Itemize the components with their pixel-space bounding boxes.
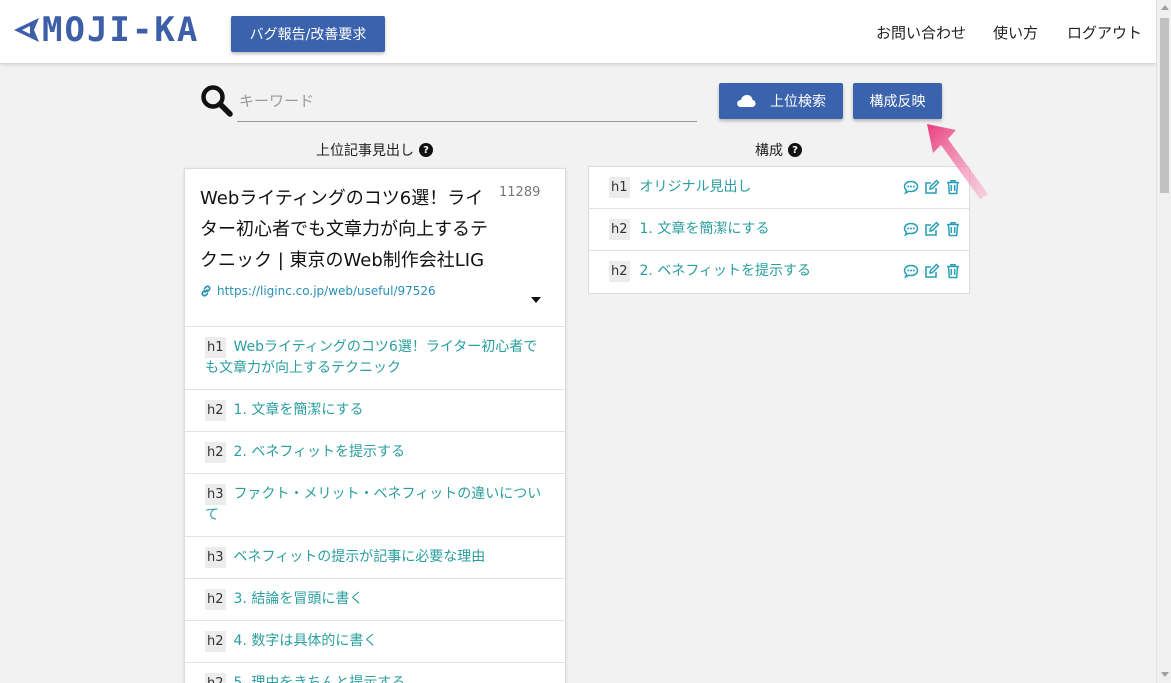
comment-icon[interactable]: [903, 179, 919, 195]
heading-tag: h2: [609, 261, 630, 282]
bug-report-button[interactable]: バグ報告/改善要求: [231, 16, 385, 52]
question-circle-icon[interactable]: ?: [419, 143, 433, 157]
keyword-input[interactable]: [237, 82, 697, 120]
search-icon[interactable]: [200, 84, 234, 118]
right-column-title: 構成: [755, 143, 783, 159]
keyword-search-field: [237, 82, 697, 122]
edit-icon[interactable]: [924, 263, 940, 279]
structure-item[interactable]: h1 オリジナル見出し: [589, 167, 969, 209]
top-navbar: MOJI-KA バグ報告/改善要求 お問い合わせ 使い方 ログアウト: [0, 0, 1156, 64]
edit-icon[interactable]: [924, 221, 940, 237]
article-url-row: https://liginc.co.jp/web/useful/97526: [200, 284, 550, 298]
article-character-count: 11289: [499, 185, 541, 200]
structure-item[interactable]: h2 2. ベネフィットを提示する: [589, 251, 969, 293]
structure-item[interactable]: h2 1. 文章を簡潔にする: [589, 209, 969, 251]
heading-text: 4. 数字は具体的に書く: [233, 633, 378, 649]
heading-tag: h3: [205, 484, 226, 505]
structure-panel: h1 オリジナル見出し h2 1. 文章を簡潔にする h2 2. ベネフィットを提示す…: [588, 166, 970, 294]
heading-text: 2. ベネフィットを提示する: [233, 444, 406, 460]
structure-item-text: 2. ベネフィットを提示する: [639, 263, 812, 279]
comment-icon[interactable]: [903, 221, 919, 237]
structure-item-text: 1. 文章を簡潔にする: [639, 221, 770, 237]
scroll-up-icon[interactable]: [1161, 5, 1169, 10]
article-card: Webライティングのコツ6選！ライター初心者でも文章力が向上するテクニック | …: [185, 169, 565, 327]
right-column-header: 構成 ?: [755, 140, 802, 160]
heading-row[interactable]: h2 2. ベネフィットを提示する: [185, 432, 565, 474]
expand-caret-icon[interactable]: [531, 297, 541, 303]
heading-tag: h2: [205, 400, 226, 421]
left-column-title: 上位記事見出し: [316, 143, 414, 159]
heading-tag: h2: [205, 442, 226, 463]
heading-row[interactable]: h2 5. 理由をきちんと提示する: [185, 663, 565, 683]
scrollbar-thumb[interactable]: [1160, 18, 1169, 193]
logo-arrow-icon: [14, 18, 39, 42]
heading-tag: h2: [205, 673, 226, 683]
moji-ka-logo[interactable]: MOJI-KA: [10, 12, 199, 48]
heading-text: ファクト・メリット・ベネフィットの違いについて: [205, 486, 542, 523]
link-icon: [201, 285, 211, 297]
heading-row[interactable]: h3 ファクト・メリット・ベネフィットの違いについて: [185, 474, 565, 537]
heading-row[interactable]: h2 3. 結論を冒頭に書く: [185, 579, 565, 621]
structure-item-text: オリジナル見出し: [639, 179, 752, 195]
nav-link-howto[interactable]: 使い方: [993, 22, 1038, 43]
top-search-label: 上位検索: [770, 94, 826, 110]
pink-arrow-icon: [927, 124, 988, 199]
heading-text: Webライティングのコツ6選！ライター初心者でも文章力が向上するテクニック: [205, 339, 538, 376]
nav-link-logout[interactable]: ログアウト: [1067, 22, 1142, 43]
scroll-down-icon[interactable]: [1161, 672, 1169, 677]
heading-row[interactable]: h2 1. 文章を簡潔にする: [185, 390, 565, 432]
article-title: Webライティングのコツ6選！ライター初心者でも文章力が向上するテクニック | …: [200, 188, 488, 271]
structure-item-actions: [903, 263, 961, 279]
top-search-button[interactable]: 上位検索: [719, 83, 843, 119]
heading-text: 1. 文章を簡潔にする: [233, 402, 364, 418]
heading-row[interactable]: h1 Webライティングのコツ6選！ライター初心者でも文章力が向上するテクニック: [185, 327, 565, 390]
trash-icon[interactable]: [945, 221, 961, 237]
structure-item-actions: [903, 221, 961, 237]
heading-text: 3. 結論を冒頭に書く: [233, 591, 364, 607]
cloud-icon: [737, 95, 756, 107]
nav-link-contact[interactable]: お問い合わせ: [876, 22, 966, 43]
top-article-headings-panel: Webライティングのコツ6選！ライター初心者でも文章力が向上するテクニック | …: [184, 168, 566, 683]
heading-row[interactable]: h2 4. 数字は具体的に書く: [185, 621, 565, 663]
apply-structure-button[interactable]: 構成反映: [853, 83, 942, 119]
heading-tag: h2: [205, 589, 226, 610]
heading-text: ベネフィットの提示が記事に必要な理由: [233, 549, 486, 565]
heading-tag: h1: [205, 337, 226, 358]
heading-text: 5. 理由をきちんと提示する: [233, 675, 406, 683]
page-scrollbar[interactable]: [1156, 0, 1171, 683]
heading-row[interactable]: h3 ベネフィットの提示が記事に必要な理由: [185, 537, 565, 579]
comment-icon[interactable]: [903, 263, 919, 279]
heading-tag: h1: [609, 177, 630, 198]
article-url[interactable]: https://liginc.co.jp/web/useful/97526: [217, 284, 436, 298]
logo-text: MOJI-KA: [42, 10, 200, 50]
heading-tag: h3: [205, 547, 226, 568]
question-circle-icon[interactable]: ?: [788, 143, 802, 157]
trash-icon[interactable]: [945, 263, 961, 279]
heading-tag: h2: [205, 631, 226, 652]
heading-tag: h2: [609, 219, 630, 240]
left-column-header: 上位記事見出し ?: [316, 140, 433, 160]
